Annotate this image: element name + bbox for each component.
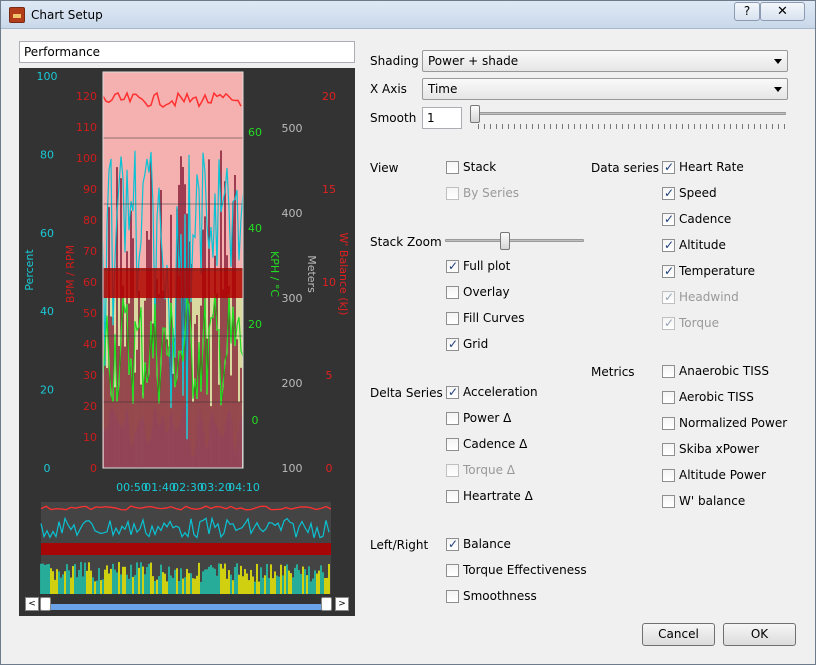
time-tick-label: 03:20 (200, 481, 232, 494)
axis-tick-label: 90 (83, 183, 97, 196)
axis-tick-label: 110 (76, 121, 97, 134)
meters-axis-ticks: 500 400 300 200 100 (282, 122, 303, 475)
axis-tick-label: 300 (282, 292, 303, 305)
stack-zoom-label: Stack Zoom (370, 235, 442, 249)
metrics-label: Metrics (591, 365, 635, 379)
window-title: Chart Setup (31, 8, 103, 22)
chart-preview: 100 80 60 40 20 0 120 110 100 90 80 70 60 50 40 30 20 10… (19, 68, 355, 616)
wbal-axis-label: W' Balance (kJ) (337, 233, 350, 316)
smooth-slider-track (470, 112, 786, 115)
kph-axis-ticks: 60 40 20 0 (248, 126, 262, 427)
axis-tick-label: 20 (248, 318, 262, 331)
axis-tick-label: 15 (322, 183, 336, 196)
scroll-left-button[interactable]: < (25, 597, 39, 611)
delta-series-label: Delta Series (370, 386, 443, 400)
stack-zoom-slider[interactable] (445, 231, 584, 251)
axis-tick-label: 60 (83, 276, 97, 289)
scroll-right-button[interactable]: > (335, 597, 349, 611)
close-button[interactable]: ✕ (760, 2, 805, 21)
axis-tick-label: 20 (40, 384, 54, 397)
axis-tick-label: 0 (44, 462, 51, 475)
axis-tick-label: 200 (282, 377, 303, 390)
shading-select[interactable]: Power + shade (422, 50, 788, 72)
axis-tick-label: 60 (40, 227, 54, 240)
bpm-axis-ticks: 1201101009080706050403020100 (76, 90, 97, 475)
heartrate-band (103, 268, 243, 298)
axis-tick-label: 10 (322, 276, 336, 289)
smooth-slider-thumb[interactable] (470, 105, 480, 123)
axis-tick-label: 0 (90, 462, 97, 475)
axis-tick-label: 40 (83, 338, 97, 351)
title-bar: Chart Setup ? ✕ (1, 1, 815, 29)
stack-zoom-track (445, 239, 584, 242)
axis-tick-label: 400 (282, 207, 303, 220)
axis-tick-label: 60 (248, 126, 262, 139)
scroll-left-handle[interactable] (40, 597, 51, 611)
chart-name-input[interactable]: Performance (19, 41, 355, 63)
axis-tick-label: 20 (322, 90, 336, 103)
axis-tick-label: 0 (326, 462, 333, 475)
shading-value: Power + shade (428, 54, 519, 68)
xaxis-label: X Axis (370, 82, 407, 96)
smooth-slider[interactable] (470, 104, 786, 124)
axis-tick-label: 0 (252, 414, 259, 427)
overview-scroll-track[interactable] (41, 604, 331, 610)
preview-plot: 100806040200 120110100908070605040302010… (23, 70, 350, 610)
axis-tick-label: 500 (282, 122, 303, 135)
meters-axis-label: Meters (305, 255, 318, 293)
smooth-input[interactable]: 1 (422, 107, 462, 129)
axis-tick-label: 100 (37, 70, 58, 83)
time-tick-label: 00:50 (116, 481, 148, 494)
xaxis-value: Time (428, 82, 458, 96)
axis-tick-label: 80 (83, 214, 97, 227)
time-tick-label: 02:30 (172, 481, 204, 494)
app-icon (9, 7, 25, 23)
axis-tick-label: 50 (83, 307, 97, 320)
scroll-right-handle[interactable] (321, 597, 332, 611)
axis-tick-label: 80 (40, 148, 54, 161)
bpm-axis-label: BPM / RPM (64, 245, 77, 303)
shading-label: Shading (370, 54, 419, 68)
axis-tick-label: 20 (83, 400, 97, 413)
chevron-down-icon (774, 87, 782, 92)
smooth-label: Smooth (370, 111, 417, 125)
xaxis-select[interactable]: Time (422, 78, 788, 100)
left-right-label: Left/Right (370, 538, 429, 552)
ok-button[interactable]: OK (723, 623, 796, 646)
help-button[interactable]: ? (734, 2, 760, 21)
axis-tick-label: 40 (40, 305, 54, 318)
axis-tick-label: 100 (76, 152, 97, 165)
time-axis-ticks: 00:5001:4002:3003:2004:10 (116, 481, 260, 494)
axis-tick-label: 40 (248, 222, 262, 235)
percent-axis-label: Percent (23, 249, 36, 291)
chevron-down-icon (774, 59, 782, 64)
overview-heartrate (41, 543, 331, 555)
smooth-slider-ticks (478, 124, 786, 129)
stack-zoom-thumb[interactable] (500, 232, 510, 250)
axis-tick-label: 10 (83, 431, 97, 444)
view-label: View (370, 161, 399, 175)
axis-tick-label: 30 (83, 369, 97, 382)
time-tick-label: 04:10 (228, 481, 260, 494)
axis-tick-label: 100 (282, 462, 303, 475)
cancel-button[interactable]: Cancel (642, 623, 715, 646)
kph-axis-label: KPH / °C (268, 251, 281, 297)
wbal-axis-ticks: 20 15 10 5 0 (322, 90, 336, 475)
time-tick-label: 01:40 (144, 481, 176, 494)
axis-tick-label: 70 (83, 245, 97, 258)
axis-tick-label: 120 (76, 90, 97, 103)
percent-axis-ticks: 100 80 60 40 20 0 (37, 70, 58, 475)
axis-tick-label: 5 (326, 369, 333, 382)
data-series-label: Data series (591, 161, 660, 175)
